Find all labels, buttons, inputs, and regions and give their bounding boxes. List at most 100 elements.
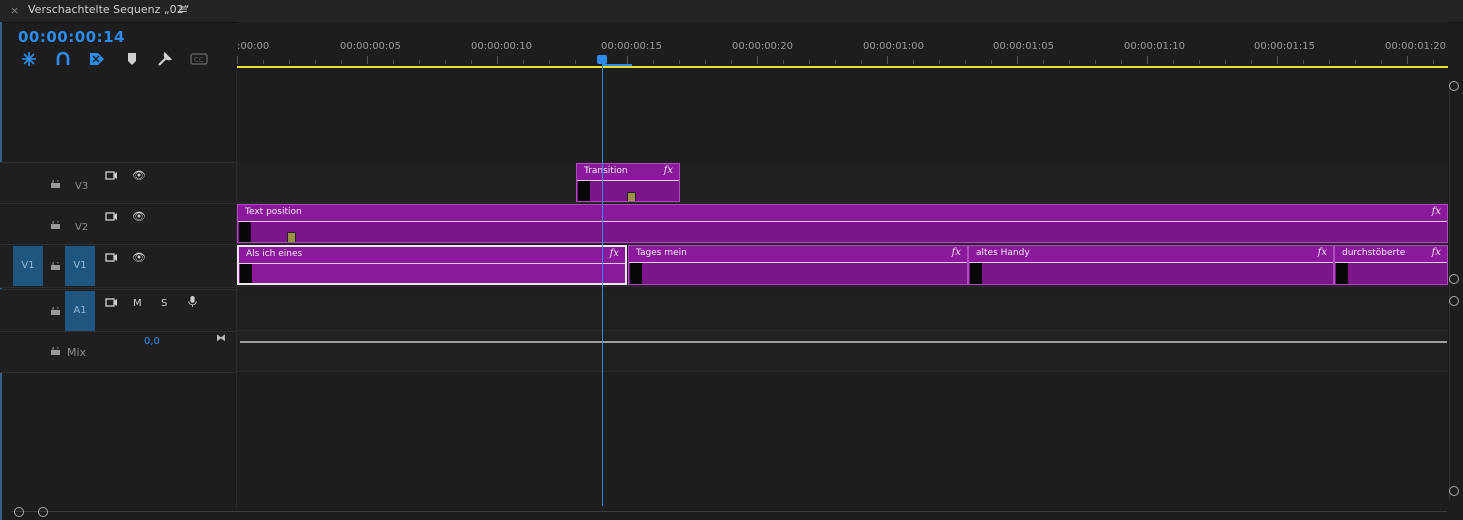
eye-icon[interactable]: 👁 [132, 251, 146, 264]
track-name-v2: V2 [75, 222, 89, 233]
clip-thumbnail [240, 264, 252, 283]
ruler-tick [1407, 56, 1408, 64]
lock-icon[interactable] [51, 180, 60, 188]
panel-menu-icon[interactable]: ≡ [178, 2, 188, 16]
ruler-label: 00:00:01:05 [993, 41, 1055, 52]
lock-icon[interactable] [51, 307, 60, 315]
ruler-tick [575, 60, 576, 64]
track-header-mix[interactable]: Mix [0, 331, 236, 373]
ruler-tick [367, 56, 368, 64]
time-ruler[interactable]: :00:00 00:00:00:05 00:00:00:10 00:00:00:… [237, 22, 1448, 68]
ruler-label: 00:00:00:15 [601, 41, 663, 52]
clip-thumbnail [578, 181, 590, 201]
vertical-scroll-track[interactable] [1449, 80, 1450, 500]
sequence-tab-title[interactable]: Verschachtelte Sequenz „02“ [28, 3, 189, 16]
ruler-label: 00:00:00:05 [340, 41, 402, 52]
fx-badge[interactable]: fx [1432, 247, 1441, 258]
sync-lock-icon[interactable] [105, 170, 118, 181]
horizontal-scroll-handle-left[interactable] [14, 507, 24, 517]
clip-v1-3[interactable]: altes Handy fx [968, 245, 1334, 285]
vertical-scroll-handle-bottom[interactable] [1449, 274, 1459, 284]
mix-volume-value[interactable]: 0,0 [144, 336, 160, 347]
lock-icon[interactable] [51, 221, 60, 229]
track-name-v3: V3 [75, 181, 89, 192]
clip-transition[interactable]: Transition fx [576, 163, 680, 202]
ruler-tick [497, 56, 498, 64]
insert-overwrite-icon[interactable] [88, 51, 106, 67]
ruler-tick [783, 60, 784, 64]
track-header-v3[interactable]: V3 👁 [0, 162, 236, 204]
fx-badge[interactable]: fx [664, 165, 673, 176]
ruler-tick [1017, 56, 1018, 64]
track-header-v1[interactable]: V1 V1 👁 [0, 244, 236, 288]
ruler-tick [263, 60, 264, 64]
clip-v1-4[interactable]: durchstöberte fx [1334, 245, 1448, 285]
track-lane-v3[interactable] [237, 162, 1448, 203]
horizontal-scroll-handle-right[interactable] [38, 507, 48, 517]
keyframe-marker[interactable] [627, 192, 636, 201]
mute-button[interactable]: M [133, 298, 142, 309]
wrench-icon[interactable] [156, 51, 174, 67]
clip-v1-1[interactable]: Als ich eines fx [237, 245, 627, 285]
ruler-tick [887, 56, 888, 64]
track-lane-a1[interactable] [237, 289, 1448, 331]
fx-badge[interactable]: fx [1318, 247, 1327, 258]
playhead-timecode[interactable]: 00:00:00:14 [18, 28, 125, 46]
lock-icon[interactable] [51, 347, 60, 355]
horizontal-scroll-track[interactable] [12, 511, 1447, 512]
ruler-tick [1329, 60, 1330, 64]
eye-icon[interactable]: 👁 [132, 210, 146, 223]
ruler-tick [1251, 60, 1252, 64]
sync-lock-icon[interactable] [105, 297, 118, 308]
captions-icon[interactable]: CC [190, 51, 208, 67]
clip-v1-2[interactable]: Tages mein fx [628, 245, 968, 285]
vertical-scroll-handle-top[interactable] [1449, 81, 1459, 91]
track-lane-mix[interactable] [237, 331, 1448, 372]
ruler-tick [1225, 60, 1226, 64]
solo-button[interactable]: S [161, 298, 167, 309]
ruler-label: 00:00:01:20 [1385, 41, 1447, 52]
playhead-handle[interactable] [597, 55, 607, 64]
vertical-scroll-handle-bottom[interactable] [1449, 486, 1459, 496]
sync-lock-icon[interactable] [105, 211, 118, 222]
clip-name: durchstöberte [1342, 248, 1406, 258]
playhead-line[interactable] [602, 66, 603, 506]
fx-badge[interactable]: fx [610, 248, 619, 259]
empty-track-area [237, 372, 1448, 506]
close-tab-icon[interactable]: × [10, 4, 19, 17]
lock-icon[interactable] [51, 262, 60, 270]
clip-body [969, 263, 1333, 284]
sync-lock-icon[interactable] [105, 252, 118, 263]
ruler-tick [991, 60, 992, 64]
vertical-scroll-handle-top[interactable] [1449, 296, 1459, 306]
clip-text-position[interactable]: Text position fx [237, 204, 1448, 243]
ruler-tick [627, 56, 628, 64]
track-header-a1[interactable]: A1 M S [0, 289, 236, 332]
track-header-v2[interactable]: V2 👁 [0, 203, 236, 245]
ruler-label: 00:00:01:10 [1124, 41, 1186, 52]
mix-volume-line[interactable] [240, 341, 1447, 343]
track-target-a1[interactable]: A1 [65, 291, 95, 331]
ruler-tick [757, 56, 758, 64]
linked-selection-icon[interactable] [54, 51, 72, 67]
ruler-tick [1199, 60, 1200, 64]
playhead-range-indicator [602, 64, 632, 66]
keyframe-marker[interactable] [287, 232, 296, 242]
track-name-mix: Mix [67, 346, 87, 359]
ruler-tick [523, 60, 524, 64]
add-marker-icon[interactable] [123, 51, 141, 67]
fx-badge[interactable]: fx [1432, 206, 1441, 217]
source-patch-v1[interactable]: V1 [13, 246, 43, 286]
microphone-icon[interactable] [186, 296, 199, 307]
ruler-tick [315, 60, 316, 64]
go-to-edit-point-icon[interactable]: ⧓ [216, 333, 226, 344]
ruler-tick [731, 60, 732, 64]
clip-body [238, 222, 1447, 242]
ruler-tick [861, 60, 862, 64]
snap-icon[interactable] [20, 51, 38, 67]
clip-body [1335, 263, 1447, 284]
ruler-tick [809, 60, 810, 64]
track-target-v1[interactable]: V1 [65, 246, 95, 286]
eye-icon[interactable]: 👁 [132, 169, 146, 182]
fx-badge[interactable]: fx [952, 247, 961, 258]
